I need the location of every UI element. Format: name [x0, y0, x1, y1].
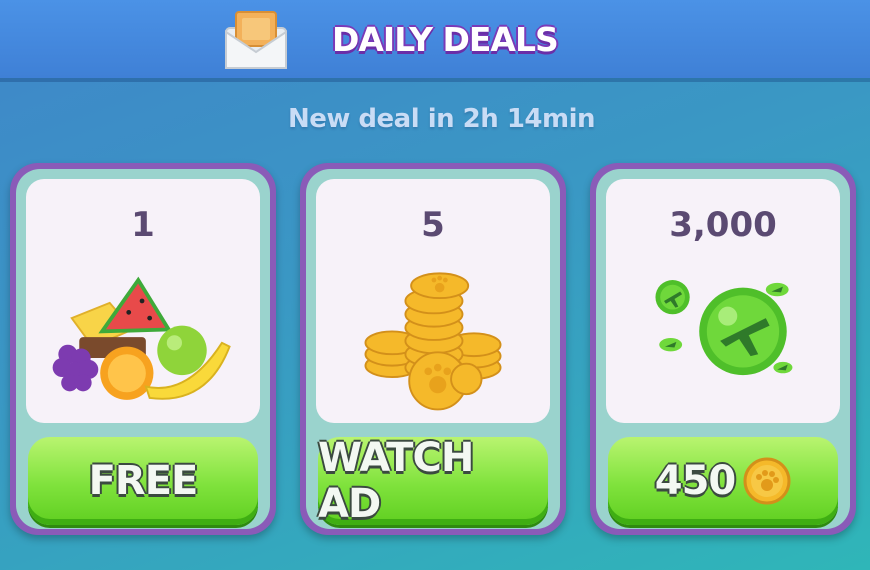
- fruit-bundle-icon: [52, 276, 231, 400]
- buy-button[interactable]: 450: [608, 437, 838, 525]
- deal-timer: New deal in 2h 14min: [287, 104, 596, 134]
- deal-card-planes: 3,000 450: [590, 163, 856, 535]
- deal-card-body: 1 FREE: [16, 169, 270, 529]
- deal-amount: 1: [131, 205, 155, 245]
- deal-card-body: 5 WATCH AD: [306, 169, 560, 529]
- deal-amount: 5: [421, 205, 445, 245]
- watch-ad-button-label: WATCH AD: [318, 435, 474, 527]
- paw-coin-icon: [743, 457, 791, 505]
- deal-card-fruit: 1 FREE: [10, 163, 276, 535]
- page-title: DAILY DEALS: [332, 20, 559, 59]
- plane-bubbles-icon: [655, 280, 793, 376]
- deal-card-coins: 5 WATCH AD: [300, 163, 566, 535]
- envelope-icon: [225, 11, 287, 69]
- free-button[interactable]: FREE: [28, 437, 258, 525]
- deal-card-panel: 1: [26, 179, 260, 423]
- deal-card-panel: 5: [316, 179, 550, 423]
- deal-card-body: 3,000 450: [596, 169, 850, 529]
- buy-button-price: 450: [654, 458, 736, 504]
- free-button-label: FREE: [88, 458, 199, 504]
- deal-amount: 3,000: [669, 205, 777, 245]
- watch-ad-button[interactable]: WATCH AD: [318, 435, 548, 527]
- header-bar: DAILY DEALS: [0, 0, 870, 78]
- deal-card-panel: 3,000: [606, 179, 840, 423]
- paw-coin-stack-icon: [364, 272, 502, 411]
